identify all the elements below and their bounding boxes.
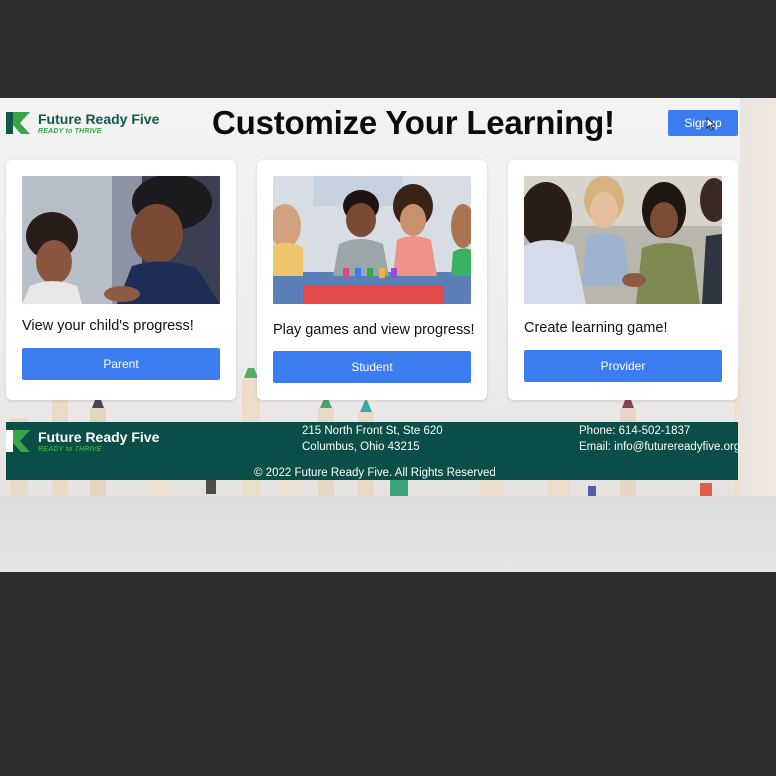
logo-icon (6, 430, 30, 452)
screen-frame: Future Ready Five READY to THRIVE Custom… (0, 0, 776, 776)
mouse-cursor-icon (706, 117, 716, 131)
footer-brand-name: Future Ready Five (38, 428, 160, 445)
logo-icon (6, 112, 30, 134)
teachers-meeting-photo (524, 176, 722, 304)
parent-card-caption: View your child's progress! (22, 318, 194, 334)
brand-tagline: READY to THRIVE (38, 127, 102, 135)
parent-card: View your child's progress! Parent (6, 160, 236, 400)
page-lower-area (0, 496, 776, 572)
site-footer: Future Ready Five READY to THRIVE 215 No… (6, 422, 740, 480)
children-painting-photo (273, 176, 471, 304)
provider-card-caption: Create learning game! (524, 320, 668, 336)
student-card-caption: Play games and view progress! (273, 322, 475, 338)
provider-button[interactable]: Provider (524, 350, 722, 382)
browser-viewport: Future Ready Five READY to THRIVE Custom… (0, 98, 776, 572)
signup-button[interactable]: Signup (668, 110, 738, 136)
footer-contact: Phone: 614-502-1837 Email: info@futurere… (579, 424, 740, 455)
footer-brand-logo[interactable]: Future Ready Five READY to THRIVE (6, 428, 159, 454)
brand-name: Future Ready Five (38, 110, 160, 127)
provider-card: Create learning game! Provider (508, 160, 738, 400)
parent-and-child-photo (22, 176, 220, 304)
footer-copyright: © 2022 Future Ready Five. All Rights Res… (254, 467, 496, 479)
student-button[interactable]: Student (273, 351, 471, 383)
footer-brand-tagline: READY to THRIVE (38, 445, 102, 453)
address-line-1: 215 North Front St, Ste 620 (302, 425, 443, 437)
pencil-edge-decoration (740, 98, 776, 496)
page-title: Customize Your Learning! (212, 104, 615, 141)
footer-phone: Phone: 614-502-1837 (579, 425, 691, 437)
footer-address: 215 North Front St, Ste 620 Columbus, Oh… (302, 424, 443, 455)
student-card: Play games and view progress! Student (257, 160, 487, 400)
address-line-2: Columbus, Ohio 43215 (302, 440, 420, 453)
parent-button[interactable]: Parent (22, 348, 220, 380)
footer-email[interactable]: Email: info@futurereadyfive.org (579, 440, 740, 456)
brand-logo[interactable]: Future Ready Five READY to THRIVE (6, 110, 159, 136)
